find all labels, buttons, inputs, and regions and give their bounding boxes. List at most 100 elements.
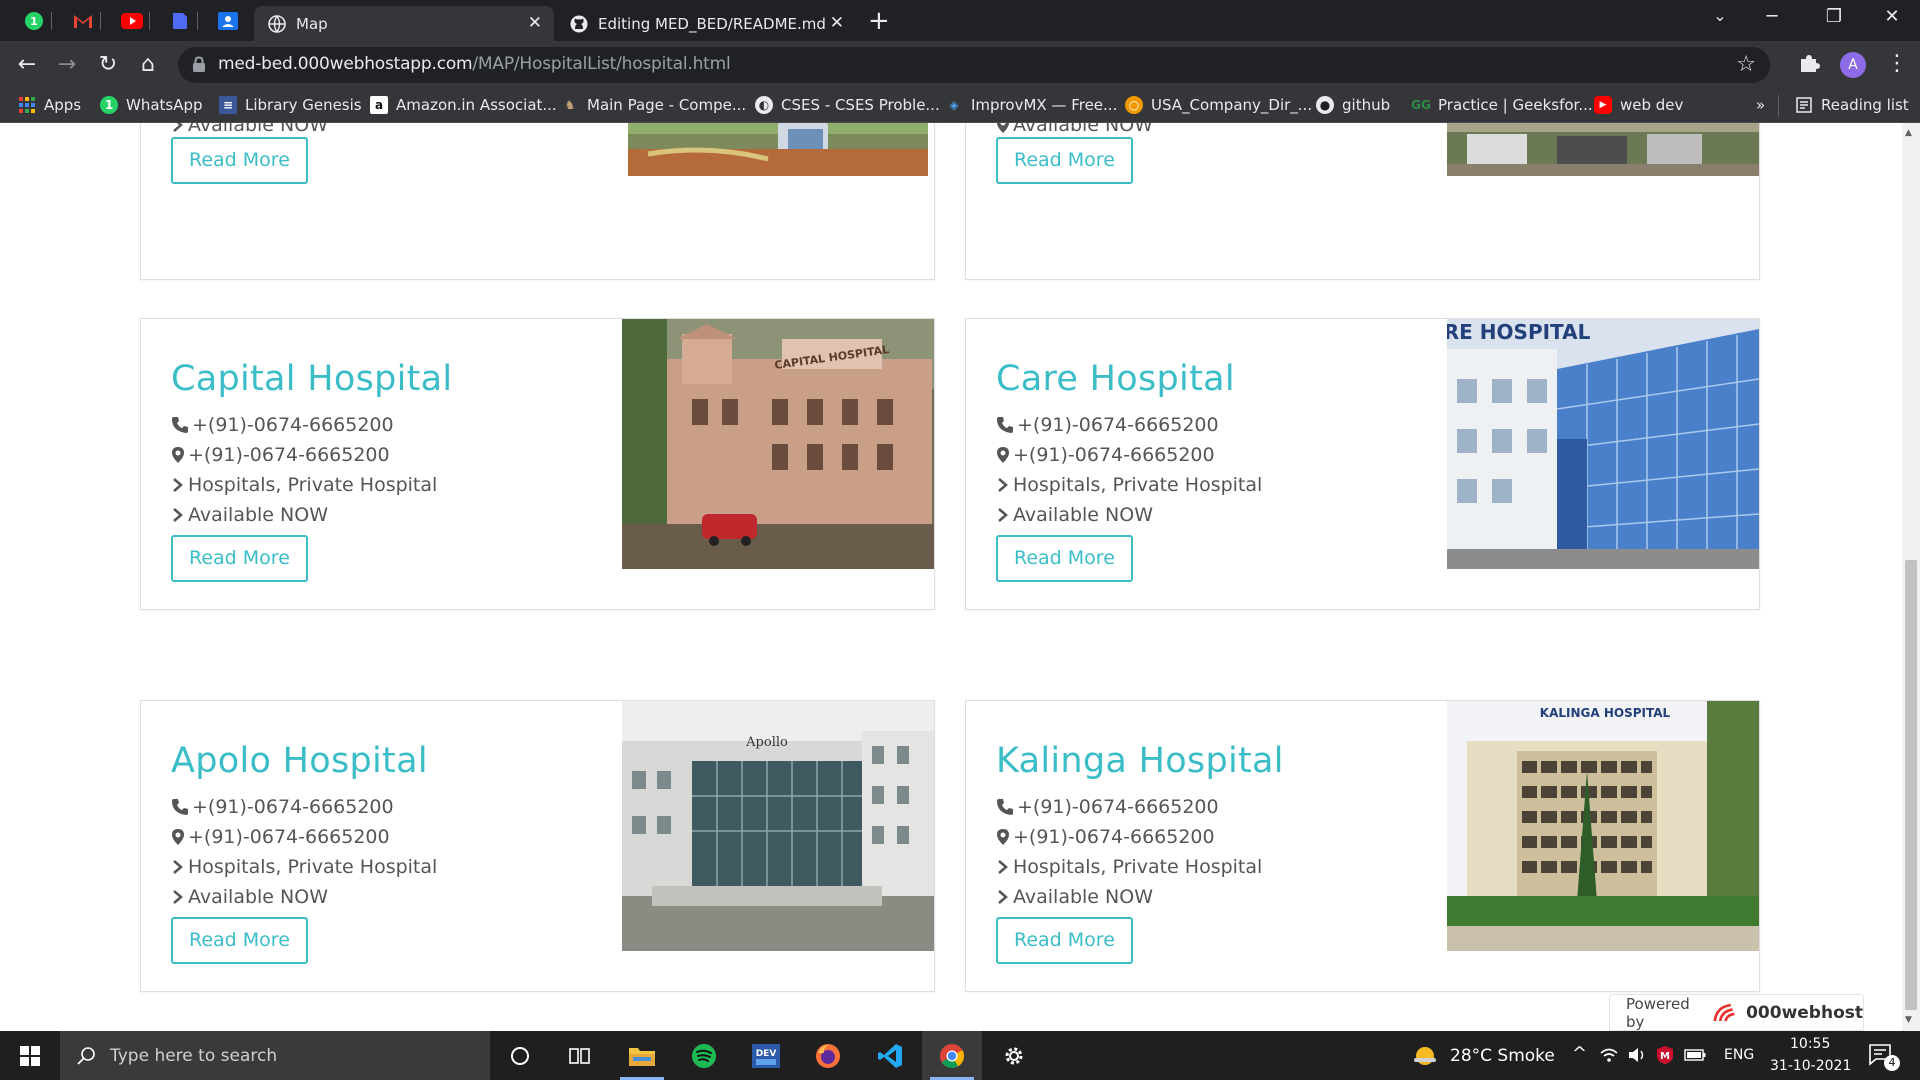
reload-button[interactable]: ↻ [93,52,123,78]
close-window-button[interactable]: ✕ [1864,6,1920,27]
taskbar-spotify[interactable] [674,1031,734,1080]
kebab-menu-icon[interactable]: ⋮ [1886,51,1908,76]
tab-map[interactable]: Map ✕ [254,6,554,41]
taskbar-vscode[interactable] [860,1031,920,1080]
bookmark-usa-company[interactable]: ○ USA_Company_Dir_... [1125,96,1312,114]
gmail-icon [74,15,92,28]
home-icon[interactable]: ⌂ [133,52,163,78]
scroll-down-arrow-icon[interactable]: ▼ [1905,1015,1912,1025]
clock-date[interactable]: 31-10-2021 [1770,1058,1851,1074]
bookmark-whatsapp[interactable]: 1 WhatsApp [100,96,203,114]
phone-row: +(91)-0674-6665200 [171,414,394,436]
bookmark-cses[interactable]: ◐ CSES - CSES Proble... [755,96,940,114]
pinned-tab-docs[interactable] [167,8,193,34]
wifi-icon[interactable] [1600,1047,1618,1063]
restore-button[interactable]: ❐ [1806,6,1862,27]
address-text: +(91)-0674-6665200 [1013,826,1215,848]
firefox-icon [816,1043,840,1068]
pinned-tab-gmail[interactable] [70,8,96,34]
close-tab-icon[interactable]: ✕ [830,13,844,33]
weather-sun-icon[interactable] [1412,1044,1438,1068]
url-text: med-bed.000webhostapp.com/MAP/HospitalLi… [218,54,731,74]
read-more-button[interactable]: Read More [996,535,1133,582]
battery-icon[interactable] [1684,1049,1706,1061]
language-indicator[interactable]: ENG [1724,1047,1754,1063]
scrollbar-thumb[interactable] [1905,560,1917,1010]
tab-title: Map [296,14,328,33]
read-more-button[interactable]: Read More [171,535,308,582]
bookmark-amazon[interactable]: a Amazon.in Associat... [370,96,557,114]
read-more-button[interactable]: Read More [171,137,308,184]
extensions-puzzle-icon[interactable] [1798,52,1820,79]
tab-github-editing[interactable]: Editing MED_BED/README.md at ✕ [556,6,856,41]
bookmark-github[interactable]: ● github [1316,96,1390,114]
pinned-tab-whatsapp[interactable]: 1 [21,8,47,34]
weather-text[interactable]: 28°C Smoke [1450,1046,1555,1066]
cortana-button[interactable] [490,1031,550,1080]
bookmark-star-icon[interactable]: ☆ [1736,52,1756,77]
hospital-photo-kalinga: KALINGA HOSPITAL [1447,701,1759,951]
bookmark-library-genesis[interactable]: ≡ Library Genesis [219,96,362,114]
mcafee-icon[interactable]: M [1656,1045,1674,1065]
new-tab-button[interactable]: + [868,8,890,34]
hospital-name[interactable]: Kalinga Hospital [996,741,1284,781]
address-bar[interactable]: med-bed.000webhostapp.com/MAP/HospitalLi… [178,47,1770,83]
taskbar-firefox[interactable] [798,1031,858,1080]
read-more-button[interactable]: Read More [171,917,308,964]
read-more-button[interactable]: Read More [996,917,1133,964]
read-more-button[interactable]: Read More [996,137,1133,184]
amazon-icon: a [370,96,388,114]
hospital-name[interactable]: Care Hospital [996,359,1235,399]
category-text: Hospitals, Private Hospital [188,474,438,496]
address-row: +(91)-0674-6665200 [171,826,390,848]
taskbar-file-explorer[interactable] [612,1031,672,1080]
address-row: +(91)-0674-6665200 [996,826,1215,848]
volume-icon[interactable] [1628,1047,1646,1063]
pinned-tab-contacts[interactable] [215,8,241,34]
pinned-tab-youtube[interactable] [119,8,145,34]
availability-row: Available NOW [171,504,328,526]
scroll-up-arrow-icon[interactable]: ▲ [1905,128,1912,138]
bookmark-apps[interactable]: Apps [18,96,81,114]
hospital-name[interactable]: Apolo Hospital [171,741,428,781]
reading-list-button[interactable]: Reading list [1795,96,1909,114]
tab-search-chevron-icon[interactable]: ⌄ [1692,6,1748,25]
profile-avatar[interactable]: A [1840,52,1866,78]
clock-time[interactable]: 10:55 [1790,1036,1830,1052]
taskbar-chrome[interactable] [922,1031,982,1080]
address-text: +(91)-0674-6665200 [188,444,390,466]
bookmarks-overflow-button[interactable]: » [1756,96,1765,114]
show-hidden-icons-chevron-icon[interactable]: ^ [1572,1043,1587,1064]
youtube-icon: ▶ [1594,96,1612,114]
github-icon [570,15,588,32]
phone-icon [172,799,188,815]
start-button[interactable] [0,1031,60,1080]
close-tab-icon[interactable]: ✕ [528,13,542,33]
bookmark-improvmx[interactable]: ◈ ImprovMX — Free... [945,96,1117,114]
whatsapp-icon: 1 [100,96,118,114]
vscode-icon [878,1043,902,1068]
taskbar-search-box[interactable]: Type here to search [60,1031,490,1080]
powered-by-badge[interactable]: Powered by 000webhost [1609,994,1864,1031]
task-view-button[interactable] [550,1031,610,1080]
back-button[interactable]: ← [12,52,42,78]
bookmark-web-dev[interactable]: ▶ web dev [1594,96,1683,114]
windows-logo-icon [20,1045,40,1066]
action-center-button[interactable]: 4 [1868,1043,1900,1071]
hospital-card: Available NOW Read More [140,123,935,280]
address-row: +(91)-0674-6665200 [996,444,1215,466]
bookmark-geeksforgeeks[interactable]: GG Practice | Geeksfor... [1411,96,1592,114]
github-icon: ● [1316,96,1334,114]
hospital-photo-care: CARE HOSPITAL [1447,319,1759,569]
minimize-button[interactable]: ─ [1744,6,1800,27]
apps-grid-icon [18,96,36,114]
bookmark-compe[interactable]: ♞ Main Page - Compe... [561,96,747,114]
phone-text: +(91)-0674-6665200 [1017,414,1219,436]
forward-button[interactable]: → [52,52,82,78]
cortana-circle-icon [511,1046,529,1065]
taskbar-settings[interactable] [984,1031,1044,1080]
availability-row: Available NOW [996,504,1153,526]
hospital-name[interactable]: Capital Hospital [171,359,452,399]
figure-icon: ♞ [564,98,576,112]
taskbar-dev-app[interactable]: DEV [736,1031,796,1080]
